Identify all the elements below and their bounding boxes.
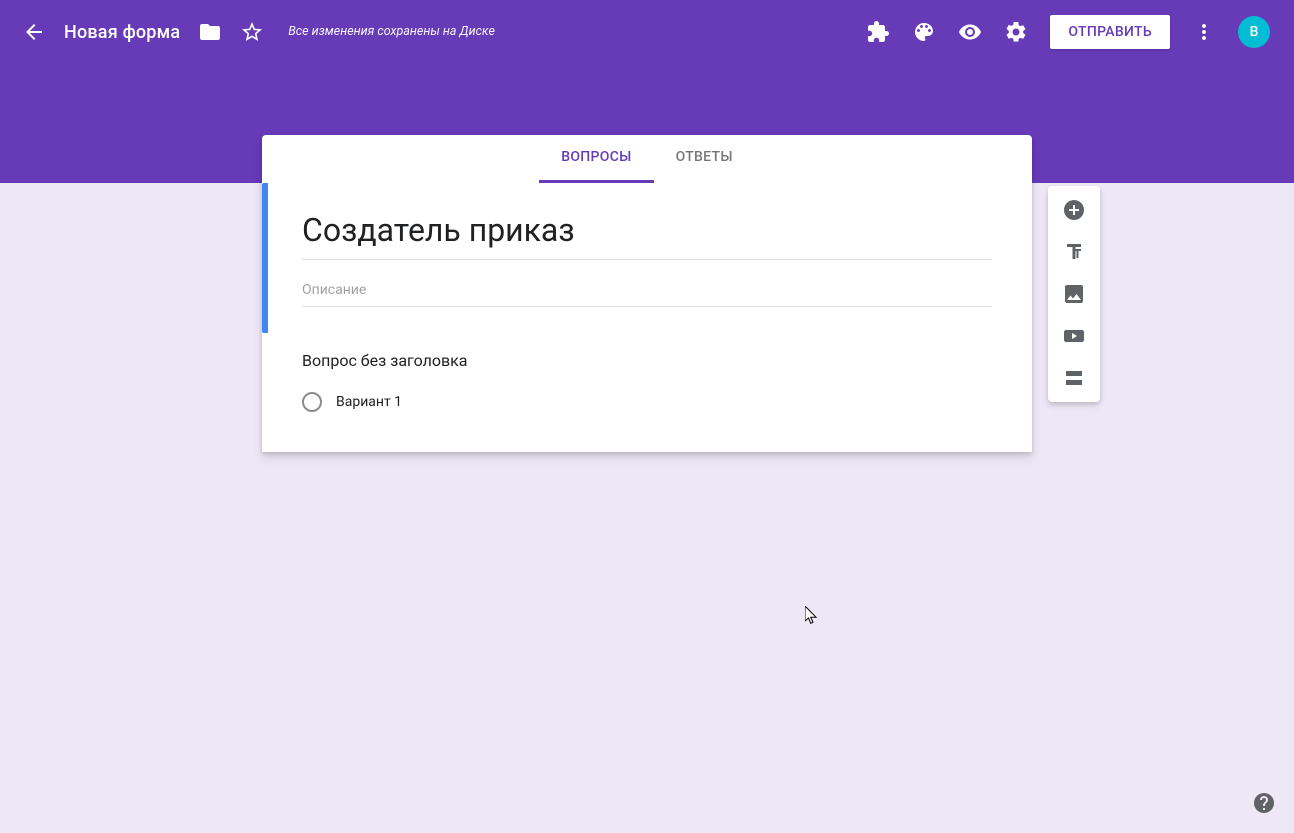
title-and-description-block[interactable] [262, 183, 1032, 333]
option-row[interactable]: Вариант 1 [302, 392, 992, 412]
add-section-button[interactable] [1060, 364, 1088, 392]
star-icon[interactable] [240, 20, 264, 44]
back-icon[interactable] [22, 20, 46, 44]
card-tabs: ВОПРОСЫ ОТВЕТЫ [262, 135, 1032, 183]
addons-icon[interactable] [866, 20, 890, 44]
form-title-input[interactable] [302, 201, 992, 260]
settings-icon[interactable] [1004, 20, 1028, 44]
document-title[interactable]: Новая форма [64, 22, 180, 43]
side-toolbar [1048, 186, 1100, 402]
add-image-button[interactable] [1060, 280, 1088, 308]
folder-icon[interactable] [198, 20, 222, 44]
more-icon[interactable] [1192, 20, 1216, 44]
preview-icon[interactable] [958, 20, 982, 44]
form-description-input[interactable] [302, 264, 992, 307]
mouse-cursor-icon [805, 606, 819, 624]
tab-responses[interactable]: ОТВЕТЫ [654, 135, 755, 183]
save-status: Все изменения сохранены на Диске [288, 24, 495, 41]
add-title-button[interactable] [1060, 238, 1088, 266]
option-label[interactable]: Вариант 1 [336, 394, 402, 410]
question-block[interactable]: Вопрос без заголовка Вариант 1 [262, 333, 1032, 452]
question-title[interactable]: Вопрос без заголовка [302, 351, 992, 370]
add-video-button[interactable] [1060, 322, 1088, 350]
send-button[interactable]: ОТПРАВИТЬ [1050, 15, 1170, 49]
tab-questions[interactable]: ВОПРОСЫ [539, 135, 653, 183]
header-right: ОТПРАВИТЬ В [866, 15, 1294, 49]
account-avatar[interactable]: В [1238, 16, 1270, 48]
palette-icon[interactable] [912, 20, 936, 44]
app-header: Новая форма Все изменения сохранены на Д… [0, 0, 1294, 64]
add-question-button[interactable] [1060, 196, 1088, 224]
header-left: Новая форма Все изменения сохранены на Д… [0, 20, 495, 44]
radio-icon [302, 392, 322, 412]
help-icon[interactable] [1252, 791, 1276, 815]
form-card: ВОПРОСЫ ОТВЕТЫ Вопрос без заголовка Вари… [262, 135, 1032, 452]
